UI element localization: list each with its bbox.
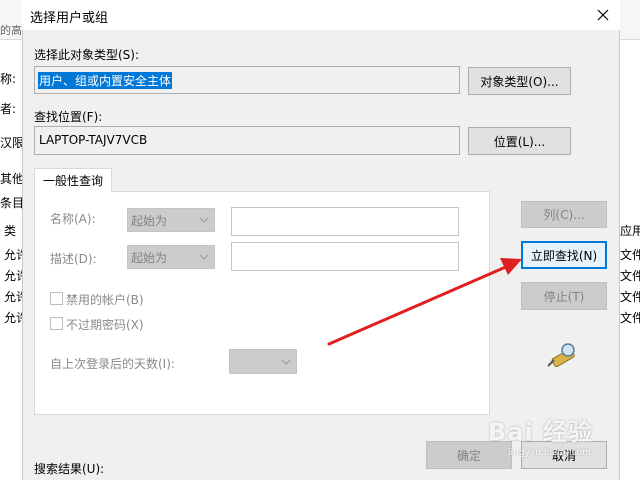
bg-fragment: 条目 bbox=[0, 196, 22, 210]
bg-fragment: 文件 bbox=[620, 311, 640, 325]
name-label: 名称(A): bbox=[50, 212, 96, 226]
days-since-logon-label: 自上次登录后的天数(I): bbox=[50, 357, 175, 371]
bg-fragment: 允许 bbox=[4, 290, 22, 304]
chevron-down-icon bbox=[199, 254, 209, 260]
object-type-value: 用户、组或内置安全主体 bbox=[38, 72, 173, 89]
bg-fragment: 文件 bbox=[620, 248, 640, 262]
dialog-titlebar bbox=[22, 0, 620, 30]
tab-common-queries[interactable]: 一般性查询 bbox=[34, 168, 112, 192]
bg-fragment: 汉限 bbox=[0, 136, 22, 150]
bg-fragment: 者: bbox=[0, 102, 17, 116]
search-results-label: 搜索结果(U): bbox=[34, 462, 105, 476]
object-type-field[interactable]: 用户、组或内置安全主体 bbox=[34, 66, 460, 94]
location-value: LAPTOP-TAJV7VCB bbox=[39, 133, 148, 147]
bg-fragment: 称: bbox=[0, 72, 17, 86]
bg-fragment: 其他 bbox=[0, 172, 22, 186]
object-types-button[interactable]: 对象类型(O)... bbox=[468, 67, 571, 95]
bg-fragment: 文件 bbox=[620, 290, 640, 304]
disabled-accounts-checkbox[interactable] bbox=[50, 292, 63, 305]
object-type-label: 选择此对象类型(S): bbox=[34, 48, 140, 62]
disabled-accounts-label: 禁用的帐户(B) bbox=[66, 293, 144, 307]
bg-fragment: 的高 bbox=[0, 24, 22, 37]
close-button[interactable] bbox=[588, 2, 618, 28]
non-expiring-password-checkbox[interactable] bbox=[50, 317, 63, 330]
bg-fragment: 允许 bbox=[4, 248, 22, 262]
dialog-title: 选择用户或组 bbox=[30, 11, 109, 26]
find-now-button[interactable]: 立即查找(N) bbox=[521, 241, 607, 269]
search-flashlight-icon bbox=[547, 343, 575, 368]
description-input[interactable] bbox=[231, 242, 459, 271]
chevron-down-icon bbox=[199, 217, 209, 223]
days-since-logon-combo[interactable] bbox=[229, 349, 297, 374]
location-field[interactable]: LAPTOP-TAJV7VCB bbox=[34, 126, 460, 155]
name-input[interactable] bbox=[231, 207, 459, 236]
description-match-combo[interactable]: 起始为 bbox=[127, 245, 215, 269]
description-combo-value: 起始为 bbox=[131, 250, 168, 265]
watermark-url: jingyan.baidu.com bbox=[508, 448, 592, 458]
columns-button[interactable]: 列(C)... bbox=[521, 201, 607, 228]
name-match-combo[interactable]: 起始为 bbox=[127, 208, 215, 232]
background-right-column: 应用于 文件 文件 文件 文件 bbox=[620, 0, 640, 480]
locations-button[interactable]: 位置(L)... bbox=[468, 127, 571, 155]
name-combo-value: 起始为 bbox=[131, 213, 168, 228]
location-label: 查找位置(F): bbox=[34, 110, 103, 124]
description-label: 描述(D): bbox=[50, 252, 97, 266]
bg-fragment: 类 bbox=[4, 224, 17, 238]
bg-fragment: 允许 bbox=[4, 269, 22, 283]
non-expiring-password-label: 不过期密码(X) bbox=[66, 318, 144, 332]
close-icon bbox=[597, 9, 609, 21]
watermark: Bai 经验 bbox=[488, 418, 594, 446]
bg-fragment: 文件 bbox=[620, 269, 640, 283]
bg-fragment: 应用于 bbox=[620, 224, 640, 238]
stop-button[interactable]: 停止(T) bbox=[521, 282, 607, 310]
chevron-down-icon bbox=[281, 359, 291, 365]
background-left-column: 的高 称: 者: 汉限 其他 条目 类 允许 允许 允许 允许 bbox=[0, 0, 22, 480]
bg-fragment: 允许 bbox=[4, 311, 22, 325]
